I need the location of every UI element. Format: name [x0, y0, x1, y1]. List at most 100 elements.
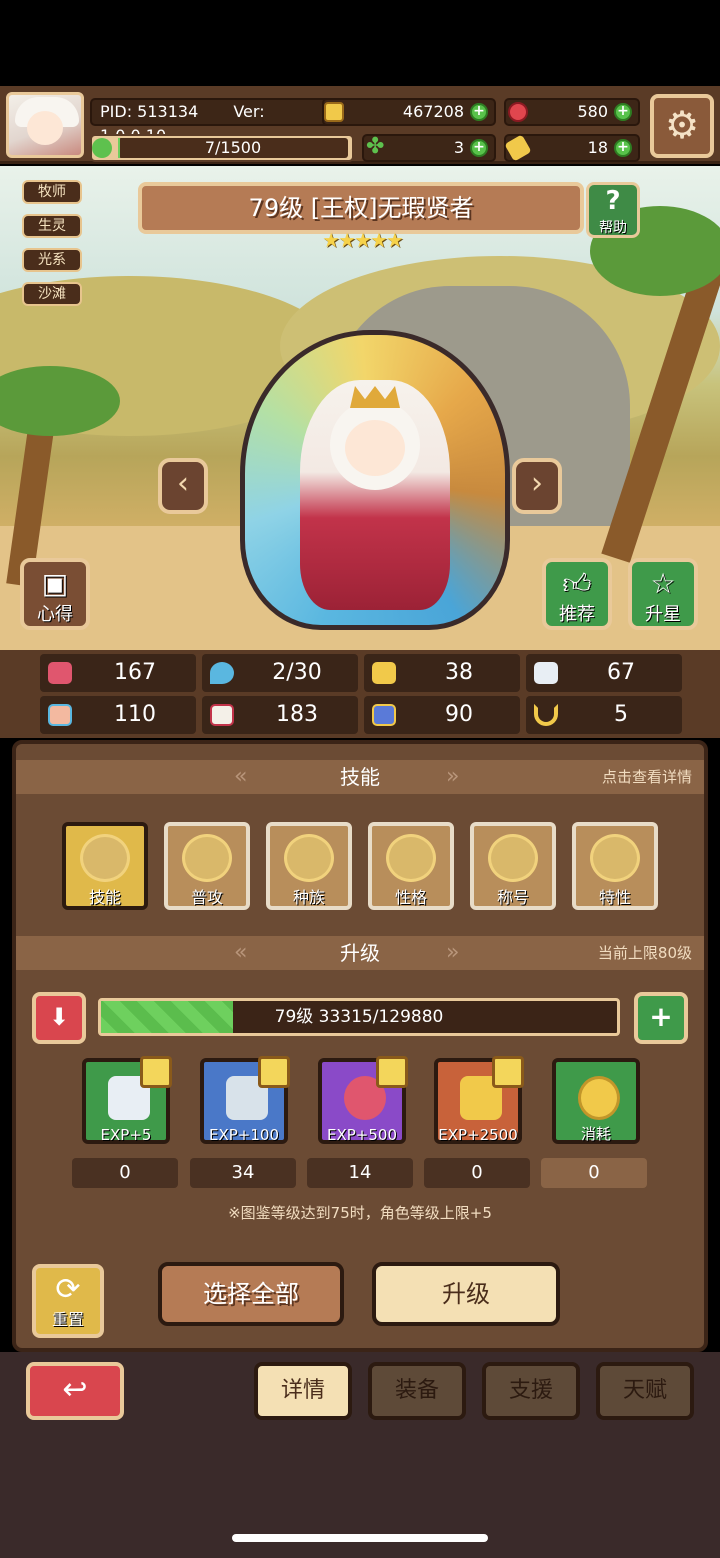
reset-label: 重置 [51, 1310, 84, 1329]
stat-mana: 2/30 [202, 654, 358, 692]
exp-progress-bar: 79级 33315/129880 [98, 998, 620, 1036]
stat-hp: 167 [40, 654, 196, 692]
back-arrow-icon: ↩ [62, 1372, 88, 1407]
skill-slot-title[interactable]: 称号 [470, 822, 556, 910]
tag-class: 牧师 [22, 180, 82, 204]
clover-icon: ✤ [366, 134, 385, 159]
exp-item-100-count: 34 [190, 1158, 296, 1188]
tab-details[interactable]: 详情 [254, 1362, 352, 1420]
horseshoe-icon [534, 704, 558, 726]
player-avatar[interactable] [6, 92, 84, 158]
star-up-label: 升星 [645, 604, 681, 625]
exp-item-500[interactable]: EXP+500 [318, 1056, 408, 1144]
heart-emblem-icon [182, 834, 232, 882]
exp-item-100[interactable]: EXP+100 [200, 1056, 290, 1144]
character-portrait[interactable] [300, 380, 450, 610]
skill-slot-skill[interactable]: 技能 [62, 822, 148, 910]
skill-slot-race[interactable]: 种族 [266, 822, 352, 910]
energy-value: 7/1500 [204, 138, 262, 157]
consume-count: 0 [541, 1158, 647, 1188]
gold-value: 467208 [402, 102, 464, 121]
reset-button[interactable]: ⟳ 重置 [32, 1264, 104, 1338]
lock-badge-icon [376, 1056, 408, 1088]
book-icon [210, 704, 234, 726]
clover-counter[interactable]: ✤ 3 + [362, 134, 496, 162]
race-emblem-icon [284, 834, 334, 882]
help-label: 帮助 [599, 220, 627, 236]
key-counter[interactable]: 18 + [504, 134, 640, 162]
character-title: 79级 [王权]无瑕贤者 [138, 182, 584, 234]
lock-badge-icon [258, 1056, 290, 1088]
recommend-button[interactable]: 👍︎ 推荐 [542, 558, 612, 630]
settings-gear-icon[interactable]: ⚙ [650, 94, 714, 158]
add-ruby-icon[interactable]: + [614, 103, 632, 121]
consume-gold-item[interactable]: 消耗 [552, 1058, 640, 1144]
heart-icon [48, 662, 72, 684]
exp-item-5[interactable]: EXP+5 [82, 1056, 172, 1144]
notes-label: 心得 [37, 604, 73, 625]
wing-icon [534, 662, 558, 684]
skills-header: « 技能 » 点击查看详情 [16, 760, 704, 794]
skill-slot-personality[interactable]: 性格 [368, 822, 454, 910]
level-cap-hint: 当前上限80级 [597, 944, 692, 962]
tab-talent[interactable]: 天赋 [596, 1362, 694, 1420]
select-all-button[interactable]: 选择全部 [158, 1262, 344, 1326]
next-character-arrow-icon[interactable]: › [512, 458, 562, 514]
notes-button[interactable]: ▣ 心得 [20, 558, 90, 630]
exp-item-2500[interactable]: EXP+2500 [434, 1056, 524, 1144]
skill-slot-trait[interactable]: 特性 [572, 822, 658, 910]
key-value: 18 [587, 138, 608, 157]
lock-badge-icon [140, 1056, 172, 1088]
pid-text: PID: 513134 [100, 102, 199, 121]
add-clover-icon[interactable]: + [470, 139, 488, 157]
star-up-button[interactable]: ☆ 升星 [628, 558, 698, 630]
key-icon [504, 134, 532, 162]
title-emblem-icon [488, 834, 538, 882]
ruby-counter[interactable]: 580 + [504, 98, 640, 126]
level-cap-note: ※图鉴等级达到75时，角色等级上限+5 [228, 1204, 492, 1222]
skills-title: 技能 [340, 765, 380, 789]
level-up-plus-button[interactable]: + [634, 992, 688, 1044]
exp-progress-text: 79级 33315/129880 [274, 1007, 444, 1027]
clover-value: 3 [453, 138, 464, 157]
tag-element: 光系 [22, 248, 82, 272]
tab-equipment[interactable]: 装备 [368, 1362, 466, 1420]
skill-slot-normal-attack[interactable]: 普攻 [164, 822, 250, 910]
stat-resist: 90 [364, 696, 520, 734]
rarity-stars: ★★★★★ [322, 228, 404, 252]
chevron-right-icon: » [446, 764, 460, 789]
download-arrow-icon: ⬇ [48, 1003, 70, 1031]
stat-luck: 5 [526, 696, 682, 734]
ruby-icon [508, 102, 528, 122]
clover-energy-icon [92, 138, 112, 158]
skills-hint[interactable]: 点击查看详情 [602, 760, 692, 794]
level-down-button[interactable]: ⬇ [32, 992, 86, 1044]
upgrade-header: « 升级 » 当前上限80级 [16, 936, 704, 970]
gold-coin-icon [578, 1076, 620, 1120]
tag-race: 生灵 [22, 214, 82, 238]
scroll-icon [372, 704, 396, 726]
prev-character-arrow-icon[interactable]: ‹ [158, 458, 208, 514]
energy-bar[interactable]: 7/1500 [90, 134, 354, 162]
heart-emblem-icon [80, 834, 130, 882]
tab-support[interactable]: 支援 [482, 1362, 580, 1420]
question-icon: ? [605, 186, 621, 216]
add-key-icon[interactable]: + [614, 139, 632, 157]
exp-item-500-count: 14 [307, 1158, 413, 1188]
chevron-left-icon: « [234, 764, 248, 789]
exp-item-5-count: 0 [72, 1158, 178, 1188]
chevron-right-icon: » [446, 940, 460, 965]
upgrade-button[interactable]: 升级 [372, 1262, 560, 1326]
help-button[interactable]: ? 帮助 [586, 182, 640, 238]
fist-icon [48, 704, 72, 726]
ruby-value: 580 [577, 102, 608, 121]
back-button[interactable]: ↩ [26, 1362, 124, 1420]
exp-item-2500-count: 0 [424, 1158, 530, 1188]
shield-icon [372, 662, 396, 684]
personality-emblem-icon [386, 834, 436, 882]
gold-counter[interactable]: 467208 + [322, 98, 496, 126]
tag-location: 沙滩 [22, 282, 82, 306]
add-gold-icon[interactable]: + [470, 103, 488, 121]
lock-badge-icon [492, 1056, 524, 1088]
recommend-label: 推荐 [559, 604, 595, 625]
